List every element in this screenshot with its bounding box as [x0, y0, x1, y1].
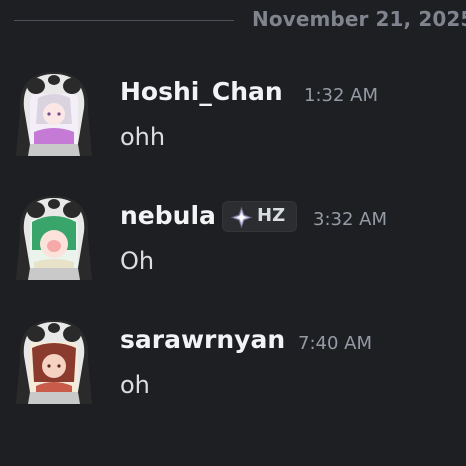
message-content: ohh — [120, 123, 166, 151]
message-item[interactable]: Hoshi_Chan 1:32 AM ohh — [0, 68, 466, 178]
username[interactable]: Hoshi_Chan — [120, 77, 283, 106]
username[interactable]: sarawrnyan — [120, 325, 285, 354]
date-divider: November 21, 2025 — [0, 0, 466, 40]
message-content: Oh — [120, 247, 155, 275]
divider-line — [14, 20, 234, 21]
message-timestamp: 7:40 AM — [298, 333, 372, 354]
message-content: oh — [120, 371, 150, 399]
message-timestamp: 3:32 AM — [313, 209, 387, 230]
guild-tag-badge[interactable]: HZ — [222, 201, 297, 232]
username[interactable]: nebula — [120, 201, 216, 230]
message-item[interactable]: sarawrnyan 7:40 AM oh — [0, 316, 466, 426]
message-item[interactable]: nebula HZ 3:32 AM Oh — [0, 192, 466, 302]
divider-date-label: November 21, 2025 — [252, 7, 466, 31]
sparkle-diamond-icon — [230, 206, 253, 229]
message-timestamp: 1:32 AM — [304, 85, 378, 106]
avatar-hood-icon[interactable] — [8, 316, 100, 408]
guild-tag-label: HZ — [257, 205, 286, 226]
avatar-hood-icon[interactable] — [8, 68, 100, 160]
avatar-hood-icon[interactable] — [8, 192, 100, 284]
